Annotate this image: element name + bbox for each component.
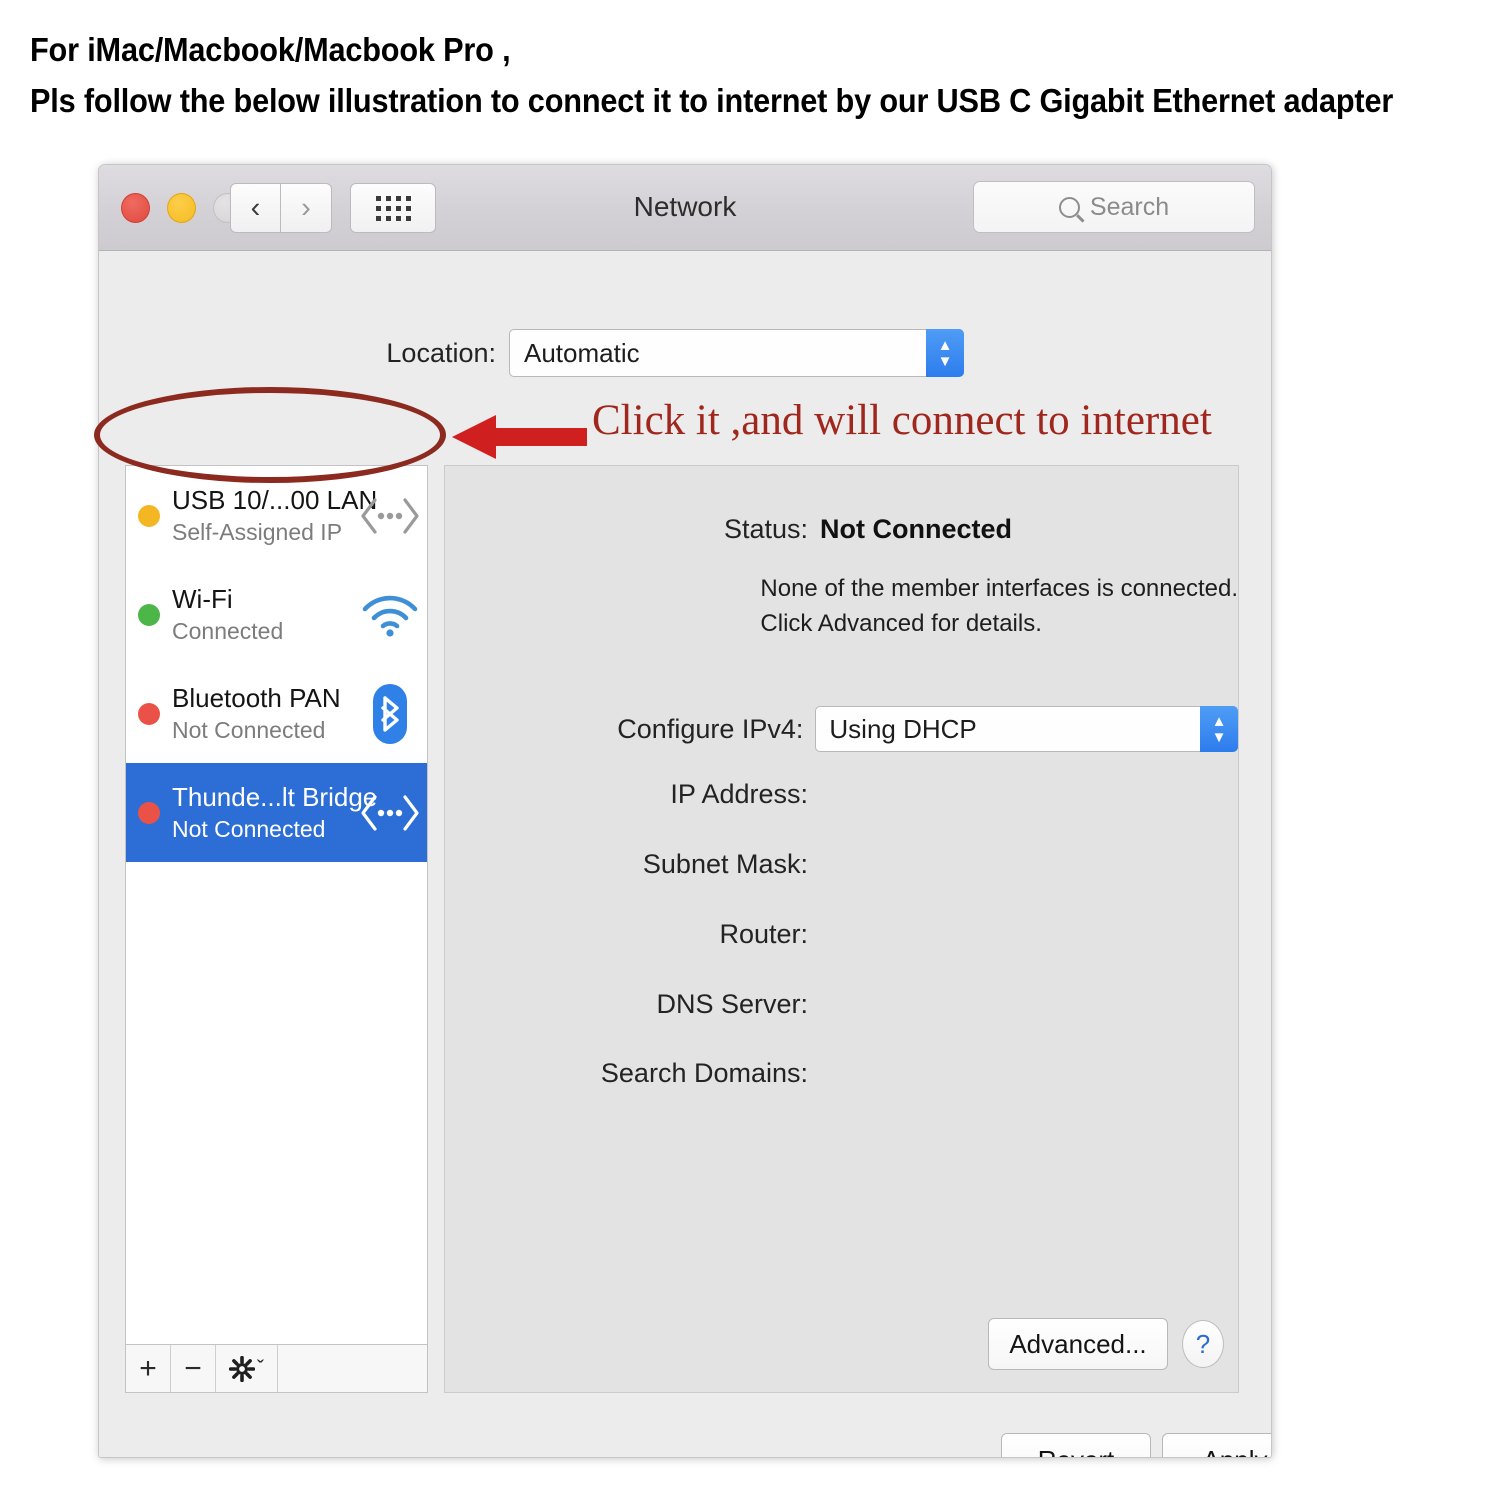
ip-address-row: IP Address:: [445, 779, 1238, 810]
subnet-mask-row: Subnet Mask:: [445, 849, 1238, 880]
location-select[interactable]: Automatic ▲ ▼: [509, 329, 964, 377]
service-row-usb-lan[interactable]: USB 10/...00 LAN Self-Assigned IP: [126, 466, 427, 565]
status-label: Status:: [723, 514, 808, 544]
dns-server-label: DNS Server:: [656, 989, 808, 1019]
help-button[interactable]: ?: [1182, 1320, 1224, 1368]
configure-ipv4-label: Configure IPv4:: [617, 713, 804, 744]
location-stepper-icon[interactable]: ▲ ▼: [926, 329, 964, 377]
ip-address-label: IP Address:: [670, 779, 808, 809]
status-note: None of the member interfaces is connect…: [760, 571, 1238, 641]
location-value: Automatic: [524, 337, 640, 368]
window-titlebar: ‹ › Network Search: [99, 165, 1271, 251]
search-domains-label: Search Domains:: [600, 1058, 808, 1088]
revert-button[interactable]: Revert: [1001, 1433, 1151, 1457]
service-name: Wi-Fi: [172, 583, 233, 614]
service-text: Thunde...lt Bridge Not Connected: [172, 781, 377, 845]
service-status: Connected: [172, 617, 284, 644]
configure-ipv4-select[interactable]: Using DHCP ▲ ▼: [815, 706, 1238, 752]
status-dot-orange: [138, 504, 160, 527]
service-text: Wi-Fi Connected: [172, 583, 357, 647]
service-text: Bluetooth PAN Not Connected: [172, 682, 357, 746]
status-dot-red: [138, 801, 160, 824]
location-label: Location:: [386, 337, 496, 368]
remove-service-button[interactable]: −: [171, 1345, 216, 1392]
configure-ipv4-value: Using DHCP: [829, 713, 977, 744]
service-row-wifi[interactable]: Wi-Fi Connected: [126, 565, 427, 664]
status-row: Status: Not Connected: [445, 514, 1238, 545]
router-label: Router:: [719, 919, 808, 949]
annotation-text: Click it ,and will connect to internet: [592, 397, 1212, 444]
advanced-button[interactable]: Advanced...: [988, 1318, 1168, 1370]
service-row-bluetooth-pan[interactable]: Bluetooth PAN Not Connected: [126, 664, 427, 763]
status-note-line-1: None of the member interfaces is connect…: [760, 575, 1238, 602]
configure-ipv4-stepper-icon[interactable]: ▲ ▼: [1200, 706, 1238, 752]
subnet-mask-label: Subnet Mask:: [642, 849, 808, 879]
instruction-header: For iMac/Macbook/Macbook Pro , Pls follo…: [30, 24, 1480, 126]
search-icon: [1058, 196, 1080, 218]
ethernet-icon: [357, 792, 423, 834]
chevron-down-icon: ˇ: [257, 1356, 264, 1380]
service-list-toolbar: + − ˇ: [125, 1345, 428, 1393]
search-placeholder: Search: [1089, 192, 1170, 221]
network-preferences-window: ‹ › Network Search Location: Automatic ▲…: [98, 164, 1272, 1458]
add-service-button[interactable]: +: [126, 1345, 171, 1392]
service-name: Bluetooth PAN: [172, 682, 341, 713]
instruction-line-1: For iMac/Macbook/Macbook Pro ,: [30, 31, 511, 68]
service-text: USB 10/...00 LAN Self-Assigned IP: [172, 484, 377, 548]
status-dot-red: [138, 702, 160, 725]
bluetooth-icon: [357, 682, 423, 746]
service-detail-panel: Status: Not Connected None of the member…: [444, 465, 1239, 1393]
service-name: USB 10/...00 LAN: [172, 484, 378, 515]
configure-ipv4-row: Configure IPv4: Using DHCP ▲ ▼: [445, 706, 1238, 752]
apply-button[interactable]: Apply: [1162, 1433, 1271, 1457]
status-dot-green: [138, 603, 160, 626]
search-domains-row: Search Domains:: [445, 1058, 1238, 1089]
wifi-icon: [357, 592, 423, 638]
gear-icon[interactable]: ˇ: [216, 1345, 278, 1392]
service-status: Not Connected: [172, 716, 326, 743]
search-input[interactable]: Search: [973, 181, 1255, 233]
dns-server-row: DNS Server:: [445, 989, 1238, 1020]
status-note-row: None of the member interfaces is connect…: [445, 571, 1238, 641]
service-name: Thunde...lt Bridge: [172, 781, 378, 812]
service-status: Self-Assigned IP: [172, 518, 343, 545]
service-status: Not Connected: [172, 815, 326, 842]
router-row: Router:: [445, 919, 1238, 950]
status-note-line-2: Click Advanced for details.: [760, 610, 1042, 637]
service-row-thunderbolt-bridge[interactable]: Thunde...lt Bridge Not Connected: [126, 763, 427, 862]
network-service-list[interactable]: USB 10/...00 LAN Self-Assigned IP Wi-Fi …: [125, 465, 428, 1345]
ethernet-icon: [357, 495, 423, 537]
gear-glyph: [229, 1355, 255, 1382]
location-row: Location: Automatic ▲ ▼: [99, 329, 1271, 377]
status-value: Not Connected: [820, 514, 1012, 544]
instruction-line-2: Pls follow the below illustration to con…: [30, 82, 1394, 119]
